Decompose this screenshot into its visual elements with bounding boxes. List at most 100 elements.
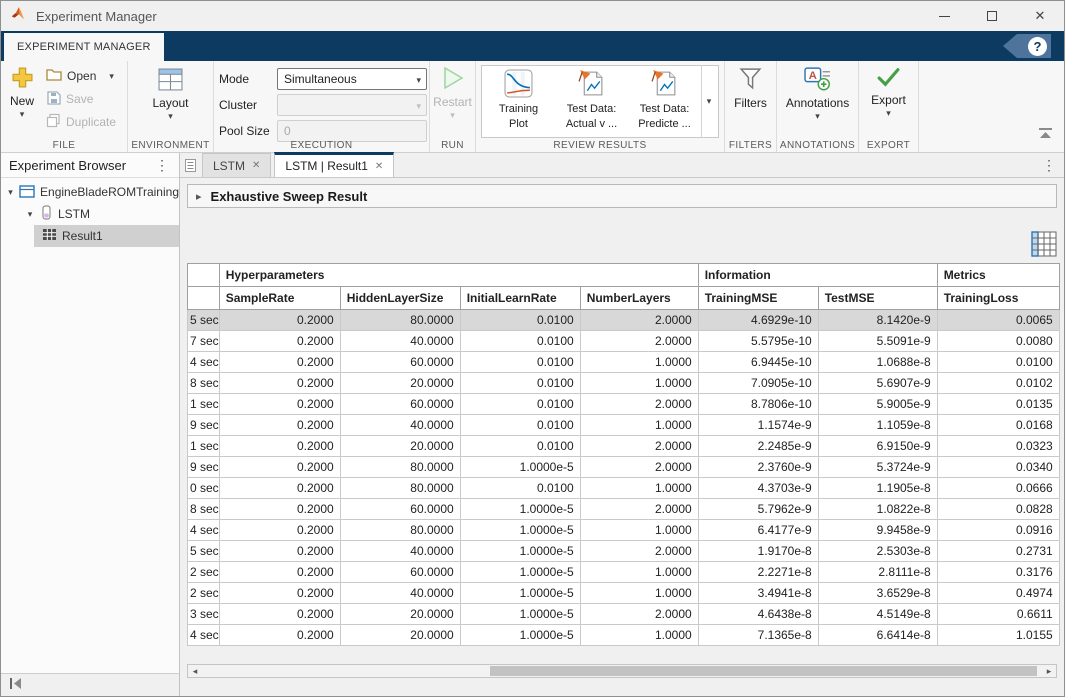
table-cell[interactable]: 0.0100: [460, 394, 580, 415]
column-group-header[interactable]: Hyperparameters: [219, 264, 698, 287]
column-header[interactable]: TrainingMSE: [698, 287, 818, 310]
table-cell[interactable]: 0.2731: [937, 541, 1059, 562]
test-data-actual-button[interactable]: Test Data: Actual v ...: [555, 66, 628, 137]
table-cell[interactable]: 1.0000e-5: [460, 457, 580, 478]
table-cell[interactable]: 0.2000: [219, 415, 340, 436]
table-cell[interactable]: 0.2000: [219, 310, 340, 331]
table-cell[interactable]: 7.0905e-10: [698, 373, 818, 394]
table-cell[interactable]: 1.1059e-8: [818, 415, 937, 436]
table-cell[interactable]: 0.0828: [937, 499, 1059, 520]
table-cell[interactable]: 0.2000: [219, 499, 340, 520]
table-cell[interactable]: 20.0000: [340, 373, 460, 394]
column-header[interactable]: TrainingLoss: [937, 287, 1059, 310]
export-button[interactable]: Export ▾: [864, 64, 913, 119]
table-cell[interactable]: 2.0000: [580, 604, 698, 625]
column-header[interactable]: HiddenLayerSize: [340, 287, 460, 310]
table-cell[interactable]: 2.0000: [580, 457, 698, 478]
table-cell[interactable]: 0.0168: [937, 415, 1059, 436]
table-cell[interactable]: 0.2000: [219, 394, 340, 415]
mode-dropdown[interactable]: Simultaneous ▾: [277, 68, 427, 90]
table-cell[interactable]: 5.7962e-9: [698, 499, 818, 520]
row-time-cell[interactable]: 3 sec: [188, 604, 220, 625]
table-row[interactable]: 5 sec0.200040.00001.0000e-52.00001.9170e…: [188, 541, 1060, 562]
row-time-cell[interactable]: 9 sec: [188, 457, 220, 478]
table-row[interactable]: 8 sec0.200060.00001.0000e-52.00005.7962e…: [188, 499, 1060, 520]
table-cell[interactable]: 0.2000: [219, 604, 340, 625]
table-cell[interactable]: 60.0000: [340, 499, 460, 520]
table-cell[interactable]: 2.0000: [580, 310, 698, 331]
table-cell[interactable]: 0.2000: [219, 520, 340, 541]
table-cell[interactable]: 0.0100: [460, 310, 580, 331]
table-cell[interactable]: 1.0000: [580, 520, 698, 541]
column-header[interactable]: InitialLearnRate: [460, 287, 580, 310]
table-cell[interactable]: 60.0000: [340, 562, 460, 583]
table-cell[interactable]: 6.4177e-9: [698, 520, 818, 541]
scroll-left-icon[interactable]: ◂: [188, 665, 202, 677]
table-cell[interactable]: 5.9005e-9: [818, 394, 937, 415]
tab-close-icon[interactable]: ✕: [252, 160, 260, 171]
table-row[interactable]: 3 sec0.200020.00001.0000e-52.00004.6438e…: [188, 604, 1060, 625]
table-cell[interactable]: 1.0000: [580, 352, 698, 373]
row-time-cell[interactable]: 1 sec: [188, 436, 220, 457]
table-row[interactable]: 8 sec0.200020.00000.01001.00007.0905e-10…: [188, 373, 1060, 394]
table-cell[interactable]: 5.5091e-9: [818, 331, 937, 352]
row-time-cell[interactable]: 4 sec: [188, 625, 220, 646]
column-header[interactable]: NumberLayers: [580, 287, 698, 310]
column-header[interactable]: SampleRate: [219, 287, 340, 310]
tree-item-result[interactable]: Result1: [1, 225, 179, 247]
collapse-toolstrip-button[interactable]: [1039, 126, 1052, 144]
table-cell[interactable]: 80.0000: [340, 457, 460, 478]
close-button[interactable]: ✕: [1016, 1, 1064, 31]
table-cell[interactable]: 9.9458e-9: [818, 520, 937, 541]
tab-bar-menu-icon[interactable]: ⋮: [1042, 160, 1065, 170]
table-cell[interactable]: 0.2000: [219, 541, 340, 562]
table-cell[interactable]: 0.0323: [937, 436, 1059, 457]
table-cell[interactable]: 0.2000: [219, 457, 340, 478]
table-row[interactable]: 9 sec0.200040.00000.01001.00001.1574e-91…: [188, 415, 1060, 436]
table-cell[interactable]: 1.0000e-5: [460, 541, 580, 562]
row-time-cell[interactable]: 8 sec: [188, 499, 220, 520]
table-cell[interactable]: 1.0000e-5: [460, 625, 580, 646]
experiment-browser-menu-icon[interactable]: ⋮: [155, 160, 169, 170]
table-cell[interactable]: 2.0000: [580, 394, 698, 415]
sweep-result-panel-header[interactable]: ▸ Exhaustive Sweep Result: [187, 184, 1057, 208]
table-cell[interactable]: 0.0100: [460, 415, 580, 436]
table-cell[interactable]: 0.2000: [219, 373, 340, 394]
table-cell[interactable]: 2.5303e-8: [818, 541, 937, 562]
column-header[interactable]: TestMSE: [818, 287, 937, 310]
results-table[interactable]: HyperparametersInformationMetricsSampleR…: [187, 263, 1060, 646]
open-dropdown-icon[interactable]: ▾: [109, 72, 114, 80]
caret-down-icon[interactable]: ▾: [7, 187, 14, 198]
table-cell[interactable]: 1.0000e-5: [460, 583, 580, 604]
scrollbar-track[interactable]: [202, 665, 1042, 677]
training-plot-button[interactable]: Training Plot: [482, 66, 555, 137]
row-time-cell[interactable]: 4 sec: [188, 352, 220, 373]
table-cell[interactable]: 2.8111e-8: [818, 562, 937, 583]
cluster-dropdown[interactable]: ▾: [277, 94, 427, 116]
table-cell[interactable]: 2.0000: [580, 331, 698, 352]
restart-button[interactable]: Restart ▾: [435, 64, 470, 121]
table-cell[interactable]: 5.6907e-9: [818, 373, 937, 394]
table-cell[interactable]: 60.0000: [340, 394, 460, 415]
table-row[interactable]: 5 sec0.200080.00000.01002.00004.6929e-10…: [188, 310, 1060, 331]
table-cell[interactable]: 80.0000: [340, 310, 460, 331]
tab-close-icon[interactable]: ✕: [375, 161, 383, 172]
help-button[interactable]: ?: [1003, 34, 1051, 58]
annotations-button[interactable]: A Annotations ▾: [782, 64, 853, 122]
gallery-dropdown-button[interactable]: ▾: [701, 66, 716, 137]
table-row[interactable]: 1 sec0.200020.00000.01002.00002.2485e-96…: [188, 436, 1060, 457]
table-cell[interactable]: 3.4941e-8: [698, 583, 818, 604]
duplicate-button[interactable]: Duplicate: [44, 110, 118, 133]
layout-button[interactable]: Layout ▾: [143, 66, 199, 122]
ribbon-tab-experiment-manager[interactable]: EXPERIMENT MANAGER: [4, 33, 164, 61]
table-cell[interactable]: 0.0340: [937, 457, 1059, 478]
minimize-button[interactable]: [920, 1, 968, 31]
table-cell[interactable]: 40.0000: [340, 415, 460, 436]
table-cell[interactable]: 8.1420e-9: [818, 310, 937, 331]
table-cell[interactable]: 4.3703e-9: [698, 478, 818, 499]
table-cell[interactable]: 0.0102: [937, 373, 1059, 394]
table-cell[interactable]: 1.0000: [580, 583, 698, 604]
table-cell[interactable]: 1.0155: [937, 625, 1059, 646]
table-cell[interactable]: 0.6611: [937, 604, 1059, 625]
table-cell[interactable]: 1.0000: [580, 373, 698, 394]
